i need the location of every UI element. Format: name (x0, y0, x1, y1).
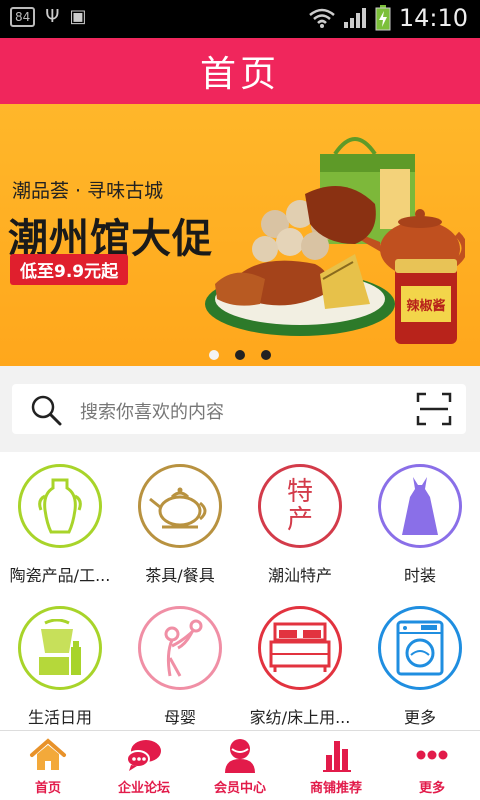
tab-label: 企业论坛 (117, 781, 170, 796)
signal-icon (343, 8, 366, 28)
category-mother-baby[interactable]: 母婴 (120, 606, 240, 728)
tab-label: 更多 (418, 781, 445, 796)
status-right: 14:10 (309, 4, 468, 32)
bed-icon (269, 622, 331, 672)
scan-icon[interactable] (416, 392, 452, 426)
notification-badge: 84 (10, 6, 36, 27)
dress-icon (402, 477, 438, 535)
chart-icon (323, 741, 351, 772)
battery-icon (375, 5, 391, 31)
category-label: 母婴 (163, 708, 196, 727)
mother-baby-icon (164, 619, 203, 677)
tab-shops[interactable]: 商铺推荐 (288, 731, 384, 800)
forum-icon (126, 740, 161, 771)
carousel-dots[interactable] (0, 350, 480, 360)
category-circle (138, 464, 222, 548)
category-label: 更多 (403, 708, 436, 727)
search-icon (31, 395, 62, 426)
tab-label: 商铺推荐 (309, 781, 362, 796)
banner-promo-tag: 低至9.9元起 (10, 254, 129, 285)
tab-label: 会员中心 (213, 781, 266, 796)
sim-icon: ▣ (69, 6, 87, 27)
category-circle (18, 606, 102, 690)
banner-subtitle: 潮品荟 · 寻味古城 (12, 180, 164, 202)
food-illustration: 辣椒酱 (205, 137, 465, 344)
category-label: 陶瓷产品/工... (9, 566, 111, 585)
category-fashion[interactable]: 时装 (360, 464, 480, 586)
category-circle (378, 464, 462, 548)
category-grid: 陶瓷产品/工... 茶具/餐具 特 产 潮汕特产 时装 生活日用 母婴 家纺/床… (0, 452, 480, 730)
member-icon (225, 739, 255, 773)
search-section: 搜索你喜欢的内容 (0, 366, 480, 452)
category-label: 时装 (403, 566, 436, 585)
jar-label: 辣椒酱 (406, 298, 445, 314)
washing-machine-icon (396, 620, 444, 676)
category-ceramics[interactable]: 陶瓷产品/工... (0, 464, 120, 586)
household-icon (39, 619, 81, 675)
search-input[interactable]: 搜索你喜欢的内容 (12, 384, 466, 434)
category-specialty[interactable]: 特 产 潮汕特产 (240, 464, 360, 586)
category-circle (18, 464, 102, 548)
tab-member[interactable]: 会员中心 (192, 731, 288, 800)
vase-icon (38, 478, 82, 534)
bottom-tab-bar: 首页 企业论坛 会员中心 商铺推荐 更多 (0, 730, 480, 800)
teapot-icon (149, 487, 207, 529)
category-label: 潮汕特产 (267, 566, 332, 585)
tab-more[interactable]: 更多 (384, 731, 480, 800)
specialty-icon: 特 产 (287, 478, 313, 534)
status-bar: 84 Ψ ▣ 14:10 (0, 0, 480, 38)
category-tea-set[interactable]: 茶具/餐具 (120, 464, 240, 586)
usb-icon: Ψ (45, 6, 60, 27)
clock: 14:10 (398, 4, 468, 32)
category-circle: 特 产 (258, 464, 342, 548)
wifi-icon (309, 8, 335, 28)
carousel-dot[interactable] (235, 350, 245, 360)
category-circle (378, 606, 462, 690)
app-header: 首页 (0, 38, 480, 104)
more-icon (416, 750, 448, 760)
promo-banner[interactable]: 潮品荟 · 寻味古城 潮州馆大促 低至9.9元起 辣椒酱 (0, 104, 480, 366)
status-left: 84 Ψ ▣ (10, 6, 86, 27)
category-circle (258, 606, 342, 690)
specialty-glyph-bottom: 产 (286, 505, 313, 535)
category-household[interactable]: 生活日用 (0, 606, 120, 728)
home-icon (30, 738, 66, 770)
category-circle (138, 606, 222, 690)
carousel-dot[interactable] (209, 350, 219, 360)
category-label: 生活日用 (27, 708, 92, 727)
tab-home[interactable]: 首页 (0, 731, 96, 800)
tab-label: 首页 (34, 781, 61, 796)
tab-forum[interactable]: 企业论坛 (96, 731, 192, 800)
page-title: 首页 (199, 54, 280, 95)
carousel-dot[interactable] (261, 350, 271, 360)
category-label: 家纺/床上用... (249, 708, 351, 727)
category-bedding[interactable]: 家纺/床上用... (240, 606, 360, 728)
category-label: 茶具/餐具 (145, 566, 215, 585)
specialty-glyph-top: 特 (286, 477, 313, 507)
category-more[interactable]: 更多 (360, 606, 480, 728)
search-placeholder: 搜索你喜欢的内容 (80, 402, 224, 423)
